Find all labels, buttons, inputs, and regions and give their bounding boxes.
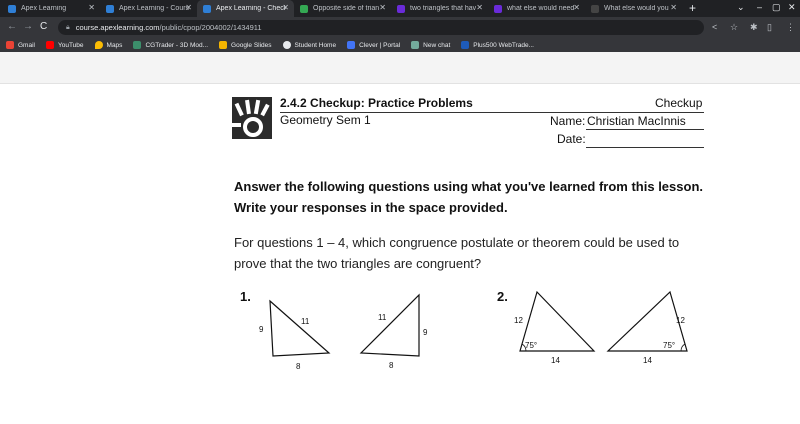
triangle-shape (269, 299, 331, 357)
side-label: 14 (643, 356, 652, 365)
side-label: 8 (389, 361, 394, 370)
angle-arc (680, 343, 686, 352)
side-label: 9 (259, 325, 264, 334)
side-label: 14 (551, 356, 560, 365)
side-label: 11 (378, 313, 387, 322)
side-label: 11 (301, 317, 310, 326)
side-label: 12 (676, 316, 685, 325)
angle-label: 75° (525, 341, 537, 350)
side-label: 12 (514, 316, 523, 325)
side-label: 9 (423, 328, 428, 337)
triangle-shape (359, 293, 420, 357)
triangle-figures: 9 11 8 11 9 8 12 75° 14 12 75° 14 (259, 290, 688, 371)
angle-label: 75° (663, 341, 675, 350)
side-label: 8 (296, 362, 301, 371)
